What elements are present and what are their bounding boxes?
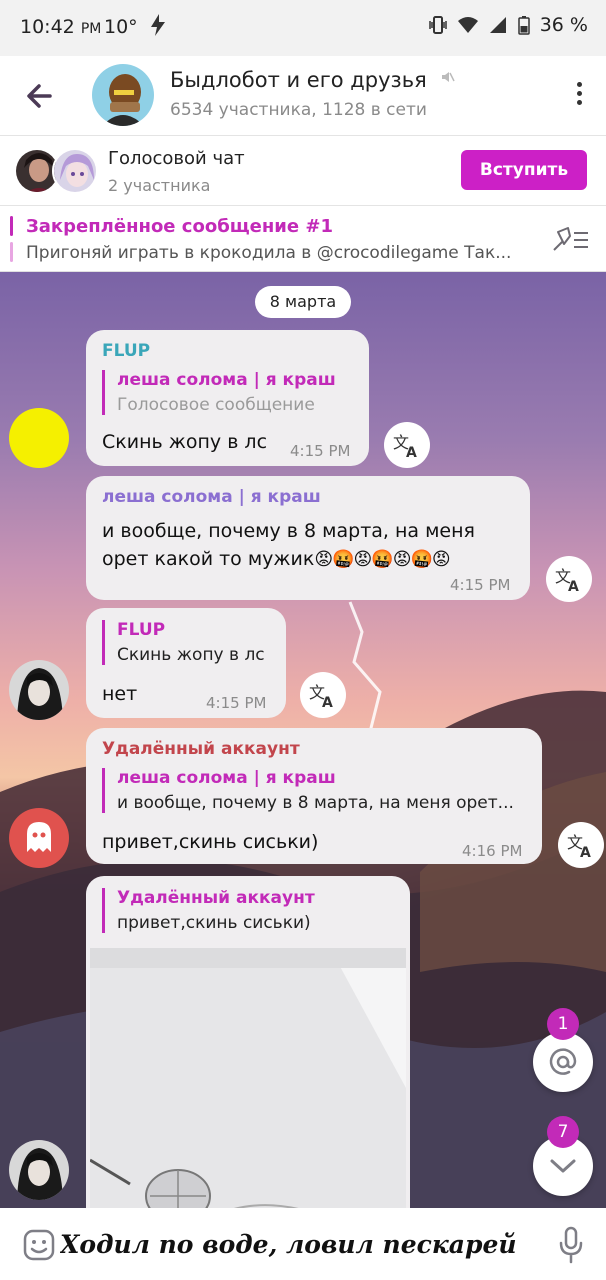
reply-text: и вообще, почему в 8 марта, на меня орет… (117, 793, 514, 813)
voice-participant-avatar (52, 148, 98, 194)
mute-icon (442, 72, 456, 82)
status-bar: 10:42 PM 10° 36 % (0, 0, 606, 56)
translate-icon: 文A (393, 433, 417, 459)
reply-quote[interactable]: леша солома | я краш и вообще, почему в … (102, 768, 530, 813)
reply-text: привет,скинь сиськи) (117, 913, 311, 933)
reply-quote[interactable]: FLUP Скинь жопу в лс (102, 620, 274, 665)
pinned-message-bar[interactable]: Закреплённое сообщение #1 Пригоняй играт… (0, 206, 606, 272)
voice-record-button[interactable] (558, 1226, 584, 1264)
wifi-icon (457, 17, 478, 33)
sender-avatar[interactable] (9, 660, 69, 720)
reply-text: Скинь жопу в лс (117, 645, 265, 665)
message-sender[interactable]: леша солома | я краш (102, 487, 321, 507)
pinned-list-button[interactable] (550, 224, 590, 254)
voice-chat-title: Голосовой чат (108, 148, 245, 169)
group-members-count: 6534 участника, 1128 в сети (170, 100, 427, 120)
reply-quote[interactable]: Удалённый аккаунт привет,скинь сиськи) (102, 888, 398, 933)
arrow-left-icon (27, 84, 52, 108)
voice-chat-bar[interactable]: Голосовой чат 2 участника Вступить (0, 136, 606, 206)
message-text: нет (102, 683, 138, 705)
deleted-account-avatar[interactable] (9, 808, 69, 868)
battery-percent: 36 % (539, 14, 588, 36)
pinned-indicator (10, 216, 13, 262)
message-time: 4:16 PM (462, 842, 523, 860)
message-bubble[interactable]: леша солома | я краш и вообще, почему в … (86, 476, 530, 600)
reply-text: Голосовое сообщение (117, 395, 315, 415)
reply-author: FLUP (117, 620, 166, 640)
bolt-icon (150, 14, 166, 41)
vibrate-icon (428, 16, 447, 34)
chat-area[interactable]: 8 марта FLUP леша солома | я краш Голосо… (0, 272, 606, 1208)
message-text: Скинь жопу в лс (102, 431, 268, 453)
translate-button[interactable]: 文A (300, 672, 346, 718)
sender-avatar[interactable] (9, 408, 69, 468)
battery-icon (517, 16, 530, 35)
message-time: 4:15 PM (450, 576, 511, 594)
message-input[interactable] (60, 1218, 540, 1270)
back-button[interactable] (22, 78, 58, 114)
message-time: 4:15 PM (206, 694, 267, 712)
translate-button[interactable]: 文A (546, 556, 592, 602)
group-title[interactable]: Быдлобот и его друзья (170, 68, 456, 92)
status-time: 10:42 PM (20, 16, 102, 38)
chat-header: Быдлобот и его друзья 6534 участника, 11… (0, 56, 606, 136)
message-sender[interactable]: FLUP (102, 341, 150, 361)
chevron-down-icon (550, 1159, 576, 1173)
translate-button[interactable]: 文A (558, 822, 604, 868)
translate-icon: 文A (567, 833, 591, 859)
emoji-row: 😡🤬😡🤬😡🤬😡 (314, 549, 450, 570)
svg-text:A: A (406, 445, 417, 459)
photo-message-bubble[interactable]: Удалённый аккаунт привет,скинь сиськи) (86, 876, 410, 1208)
photo-attachment[interactable] (90, 948, 406, 1208)
message-text: орет какой то мужик😡🤬😡🤬😡🤬😡 (102, 548, 451, 570)
mentions-button[interactable] (533, 1032, 593, 1092)
message-text: и вообще, почему в 8 марта, на меня (102, 520, 475, 542)
svg-text:A: A (322, 695, 333, 709)
unpin-list-icon (553, 227, 588, 251)
at-sign-icon (549, 1048, 577, 1075)
message-time: 4:15 PM (290, 442, 351, 460)
message-bubble[interactable]: FLUP леша солома | я краш Голосовое сооб… (86, 330, 369, 466)
microphone-icon (559, 1226, 583, 1264)
mentions-count-badge: 1 (547, 1008, 579, 1040)
pinned-text: Пригоняй играть в крокодила в @crocodile… (26, 243, 512, 263)
date-separator: 8 марта (255, 286, 351, 318)
emoji-button[interactable] (22, 1228, 56, 1262)
voice-chat-participants: 2 участника (108, 176, 211, 195)
message-input-bar (0, 1208, 606, 1280)
message-text: привет,скинь сиськи) (102, 831, 319, 853)
reply-author: леша солома | я краш (117, 370, 336, 390)
svg-text:A: A (580, 845, 591, 859)
more-menu-button[interactable] (574, 82, 584, 112)
reply-author: леша солома | я краш (117, 768, 336, 788)
svg-text:A: A (568, 579, 579, 593)
status-temperature: 10° (104, 16, 138, 38)
message-bubble[interactable]: FLUP Скинь жопу в лс нет 4:15 PM (86, 608, 286, 718)
signal-icon (489, 17, 506, 33)
translate-button[interactable]: 文A (384, 422, 430, 468)
reply-author: Удалённый аккаунт (117, 888, 315, 908)
ghost-icon (27, 822, 51, 852)
translate-icon: 文A (309, 683, 333, 709)
unread-count-badge: 7 (547, 1116, 579, 1148)
pinned-title: Закреплённое сообщение #1 (26, 216, 333, 237)
sender-avatar[interactable] (9, 1140, 69, 1200)
reply-quote[interactable]: леша солома | я краш Голосовое сообщение (102, 370, 352, 415)
message-sender[interactable]: Удалённый аккаунт (102, 739, 300, 759)
translate-icon: 文A (555, 567, 579, 593)
join-voice-chat-button[interactable]: Вступить (461, 150, 587, 190)
group-avatar[interactable] (92, 64, 154, 126)
smiley-icon (23, 1229, 55, 1261)
message-bubble[interactable]: Удалённый аккаунт леша солома | я краш и… (86, 728, 542, 864)
